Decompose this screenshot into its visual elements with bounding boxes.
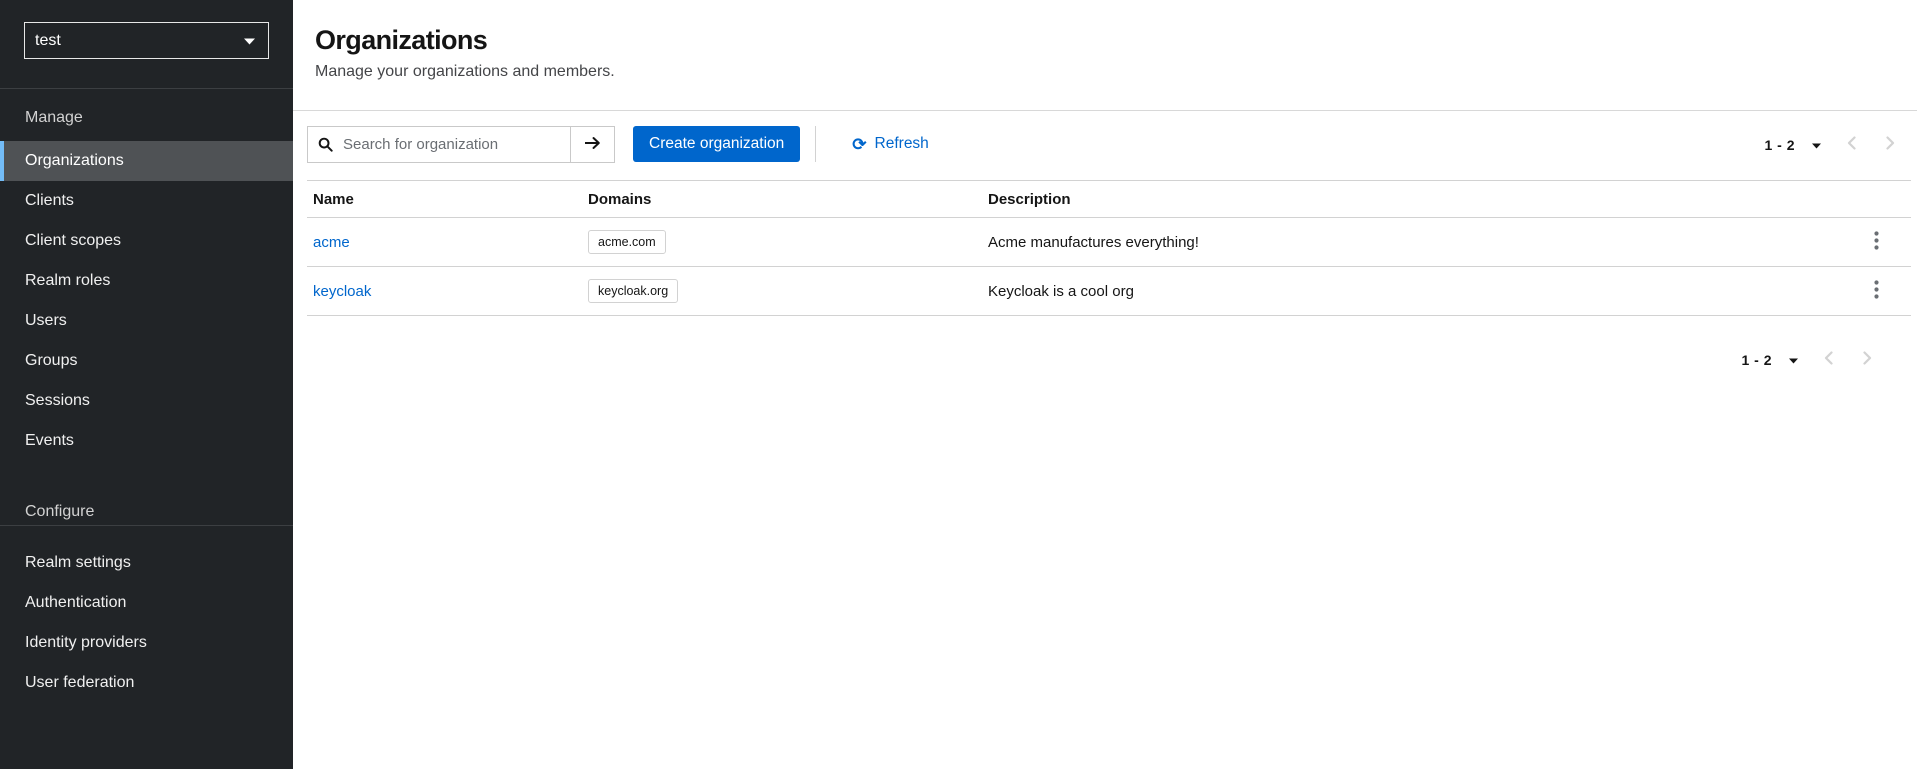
table-row: keycloak keycloak.org Keycloak is a cool… bbox=[307, 267, 1911, 316]
main-content: Organizations Manage your organizations … bbox=[293, 0, 1917, 769]
org-link-acme[interactable]: acme bbox=[313, 234, 350, 251]
kebab-vertical-icon bbox=[1873, 280, 1879, 302]
table-row: acme acme.com Acme manufactures everythi… bbox=[307, 218, 1911, 267]
sidebar-item-label: Realm roles bbox=[25, 272, 111, 289]
org-actions-cell bbox=[1835, 225, 1911, 259]
sidebar-section-configure: Configure bbox=[0, 461, 293, 526]
org-link-keycloak[interactable]: keycloak bbox=[313, 283, 371, 300]
sidebar-item-client-scopes[interactable]: Client scopes bbox=[0, 221, 293, 261]
kebab-vertical-icon bbox=[1873, 231, 1879, 253]
page-title: Organizations bbox=[315, 25, 488, 55]
sidebar-item-label: Organizations bbox=[25, 152, 124, 169]
search-input[interactable] bbox=[341, 135, 570, 154]
sidebar-item-users[interactable]: Users bbox=[0, 301, 293, 341]
chevron-left-icon bbox=[1824, 351, 1833, 368]
pagination-range: 1 - 2 bbox=[1741, 351, 1772, 368]
caret-down-icon bbox=[1812, 137, 1821, 152]
column-header-domains: Domains bbox=[588, 190, 652, 208]
sidebar-item-label: User federation bbox=[25, 674, 135, 691]
sidebar-item-realm-settings[interactable]: Realm settings bbox=[0, 543, 293, 583]
sidebar-item-identity-providers[interactable]: Identity providers bbox=[0, 623, 293, 663]
chevron-right-icon bbox=[1886, 136, 1895, 153]
column-header-description: Description bbox=[988, 190, 1071, 208]
search-icon bbox=[318, 137, 333, 152]
sidebar-item-label: Clients bbox=[25, 192, 74, 209]
sidebar-item-user-federation[interactable]: User federation bbox=[0, 663, 293, 703]
org-description-cell: Acme manufactures everything! bbox=[988, 233, 1199, 251]
column-header-name: Name bbox=[313, 190, 354, 208]
pagination-range: 1 - 2 bbox=[1764, 136, 1795, 153]
pagination-menu-toggle[interactable] bbox=[1812, 137, 1821, 152]
sidebar-nav-configure: Realm settings Authentication Identity p… bbox=[0, 543, 293, 703]
sidebar-item-label: Authentication bbox=[25, 594, 127, 611]
sidebar: test Manage Organizations Clients Client… bbox=[0, 0, 293, 769]
org-description-cell: Keycloak is a cool org bbox=[988, 282, 1134, 300]
sync-icon: ⟳ bbox=[852, 134, 867, 154]
row-kebab-menu-button[interactable] bbox=[1864, 225, 1889, 259]
pagination-bottom-row: 1 - 2 bbox=[293, 341, 1917, 378]
search-group bbox=[307, 126, 615, 163]
org-domains-cell: acme.com bbox=[582, 230, 982, 254]
sidebar-item-label: Identity providers bbox=[25, 634, 147, 651]
caret-down-icon bbox=[244, 32, 255, 50]
sidebar-item-sessions[interactable]: Sessions bbox=[0, 381, 293, 421]
sidebar-item-authentication[interactable]: Authentication bbox=[0, 583, 293, 623]
app-root: test Manage Organizations Clients Client… bbox=[0, 0, 1917, 769]
toolbar: Create organization ⟳ Refresh 1 - 2 bbox=[293, 111, 1917, 180]
pagination-prev-button[interactable] bbox=[1824, 351, 1833, 368]
domain-chip: keycloak.org bbox=[588, 279, 679, 303]
sidebar-item-label: Realm settings bbox=[25, 554, 131, 571]
arrow-right-icon bbox=[584, 136, 601, 153]
sidebar-item-label: Client scopes bbox=[25, 232, 122, 249]
page-subtitle: Manage your organizations and members. bbox=[315, 63, 615, 80]
pagination-top: 1 - 2 bbox=[1764, 126, 1895, 163]
sidebar-item-label: Users bbox=[25, 312, 67, 329]
chevron-left-icon bbox=[1847, 136, 1856, 153]
caret-down-icon bbox=[1789, 352, 1798, 367]
sidebar-item-groups[interactable]: Groups bbox=[0, 341, 293, 381]
toolbar-separator bbox=[815, 126, 817, 162]
table-header-row: Name Domains Description bbox=[307, 180, 1911, 218]
domain-chip: acme.com bbox=[588, 230, 666, 254]
sidebar-item-events[interactable]: Events bbox=[0, 421, 293, 461]
sidebar-item-clients[interactable]: Clients bbox=[0, 181, 293, 221]
refresh-label: Refresh bbox=[874, 135, 929, 152]
pagination-bottom: 1 - 2 bbox=[1741, 341, 1872, 378]
pagination-next-button[interactable] bbox=[1886, 136, 1895, 153]
sidebar-item-label: Groups bbox=[25, 352, 78, 369]
sidebar-item-label: Events bbox=[25, 432, 74, 449]
org-name-cell: keycloak bbox=[307, 283, 582, 300]
sidebar-item-organizations[interactable]: Organizations bbox=[0, 141, 293, 181]
search-input-wrap bbox=[308, 127, 570, 162]
search-submit-button[interactable] bbox=[570, 127, 614, 162]
chevron-right-icon bbox=[1863, 351, 1872, 368]
sidebar-section-manage: Manage bbox=[25, 109, 83, 126]
sidebar-nav-manage: Organizations Clients Client scopes Real… bbox=[0, 141, 293, 461]
refresh-button[interactable]: ⟳ Refresh bbox=[846, 126, 935, 162]
sidebar-item-label: Sessions bbox=[25, 392, 90, 409]
current-realm-label: test bbox=[35, 31, 61, 49]
pagination-next-button[interactable] bbox=[1863, 351, 1872, 368]
org-domains-cell: keycloak.org bbox=[582, 279, 982, 303]
pagination-prev-button[interactable] bbox=[1847, 136, 1856, 153]
org-actions-cell bbox=[1835, 274, 1911, 308]
realm-selector[interactable]: test bbox=[24, 22, 269, 59]
org-name-cell: acme bbox=[307, 234, 582, 251]
pagination-menu-toggle[interactable] bbox=[1789, 352, 1798, 367]
organizations-table: Name Domains Description acme acme.com A… bbox=[307, 180, 1911, 316]
create-organization-button[interactable]: Create organization bbox=[633, 126, 801, 162]
page-header: Organizations Manage your organizations … bbox=[293, 0, 1917, 111]
sidebar-item-realm-roles[interactable]: Realm roles bbox=[0, 261, 293, 301]
row-kebab-menu-button[interactable] bbox=[1864, 274, 1889, 308]
